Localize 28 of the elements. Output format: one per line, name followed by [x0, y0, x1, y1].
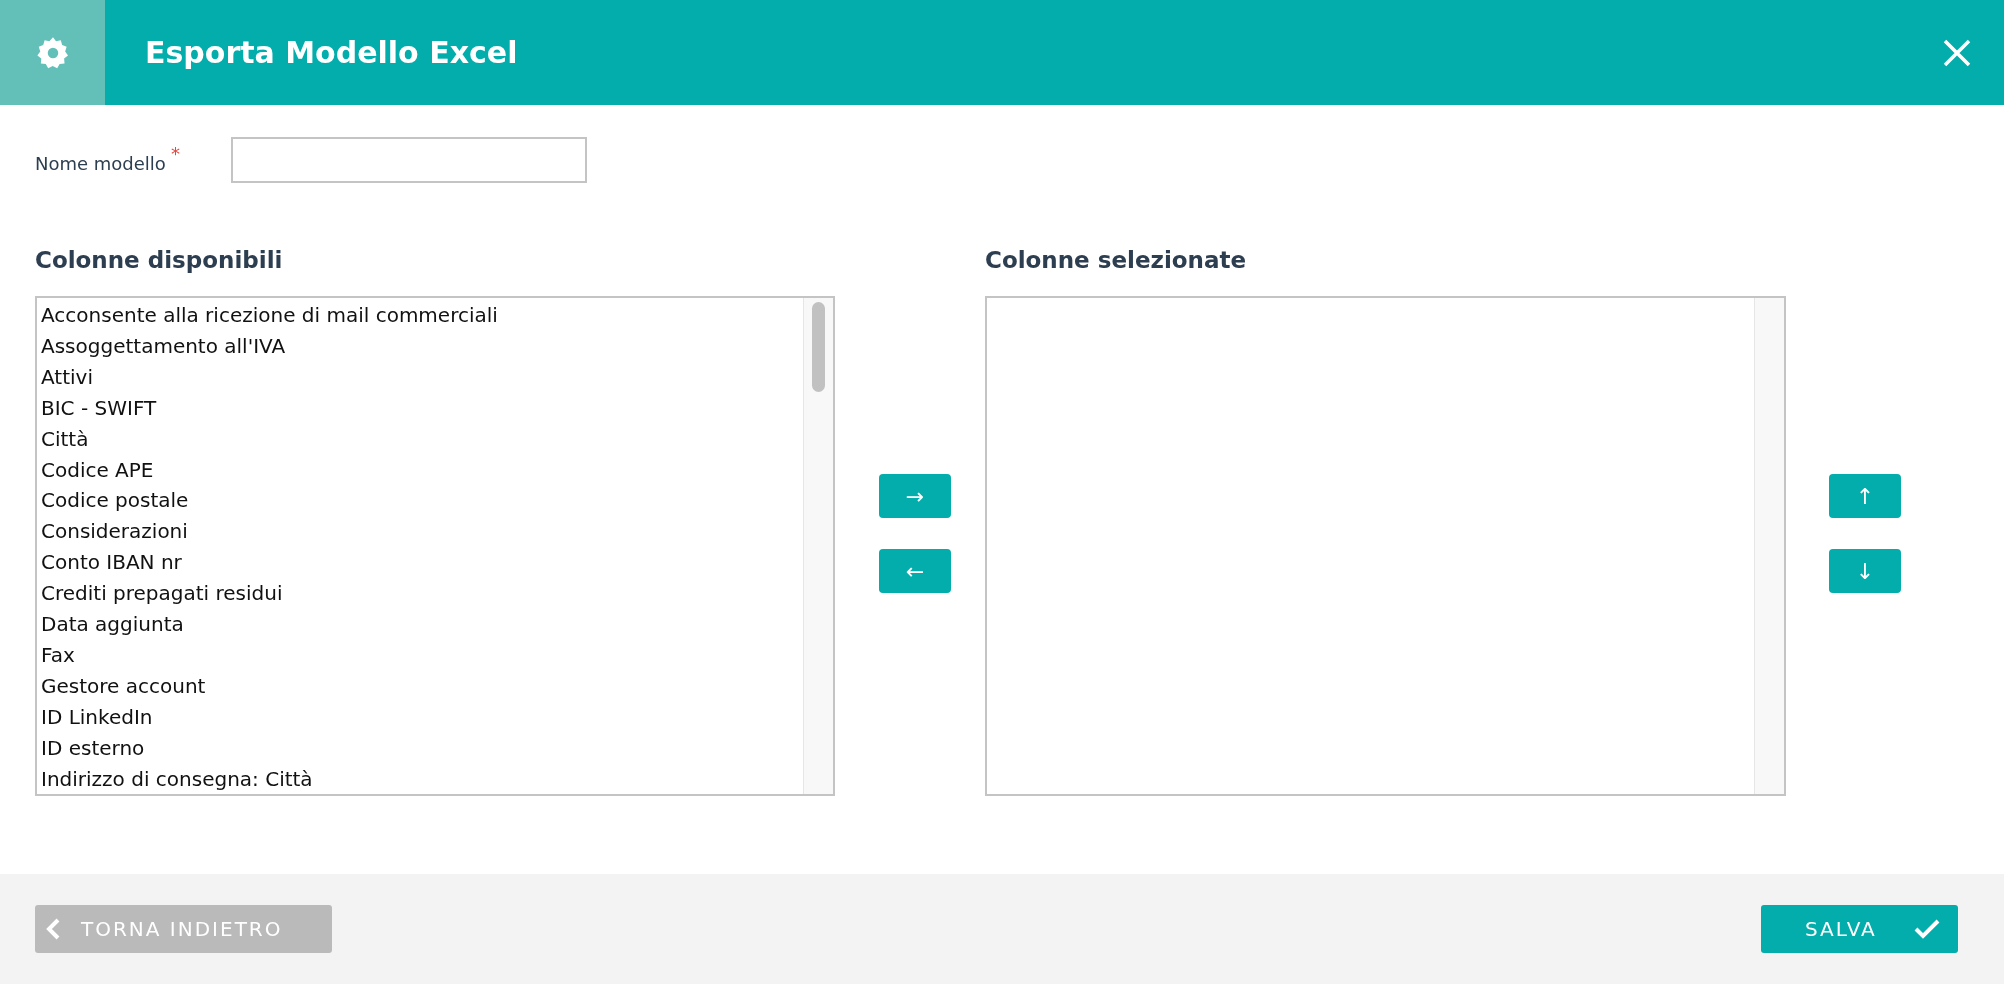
- list-item[interactable]: Acconsente alla ricezione di mail commerciali: [41, 300, 799, 331]
- list-item[interactable]: Fax: [41, 639, 799, 671]
- list-item[interactable]: Gestore account: [41, 670, 799, 702]
- list-item[interactable]: Data aggiunta: [41, 609, 799, 640]
- list-item[interactable]: Crediti prepagati residui: [41, 578, 799, 610]
- list-item[interactable]: Indirizzo di consegna: Città: [41, 763, 799, 794]
- column-heading: Colonne disponibili: [35, 247, 284, 273]
- list-item[interactable]: Conto IBAN nr: [41, 547, 799, 579]
- list-item[interactable]: Città: [41, 423, 799, 455]
- column-heading: Colonne selezionate: [985, 247, 1248, 273]
- checkmark-icon: [1912, 917, 1941, 941]
- list-item[interactable]: Assoggettamento all'IVA: [41, 330, 799, 362]
- list-item[interactable]: BIC - SWIFT: [41, 392, 799, 424]
- selected-columns-list[interactable]: [985, 296, 1786, 796]
- available-columns-list[interactable]: [35, 296, 835, 796]
- list-item[interactable]: ID LinkedIn: [41, 701, 799, 733]
- list-item[interactable]: Codice postale: [41, 485, 799, 517]
- list-item[interactable]: ID esterno: [41, 732, 799, 764]
- field-label: Nome modello: [35, 152, 166, 174]
- list-item[interactable]: Considerazioni: [41, 516, 799, 548]
- dialog-title: Esporta Modello Excel: [145, 35, 519, 70]
- name-input-field[interactable]: [230, 137, 587, 183]
- scrollbar-thumb[interactable]: [812, 302, 825, 392]
- close-icon: [1942, 37, 1972, 68]
- list-item[interactable]: Attivi: [41, 361, 799, 393]
- chevron-left-icon: [45, 917, 61, 941]
- list-item[interactable]: Codice APE: [41, 454, 799, 486]
- required-mark: *: [170, 143, 181, 164]
